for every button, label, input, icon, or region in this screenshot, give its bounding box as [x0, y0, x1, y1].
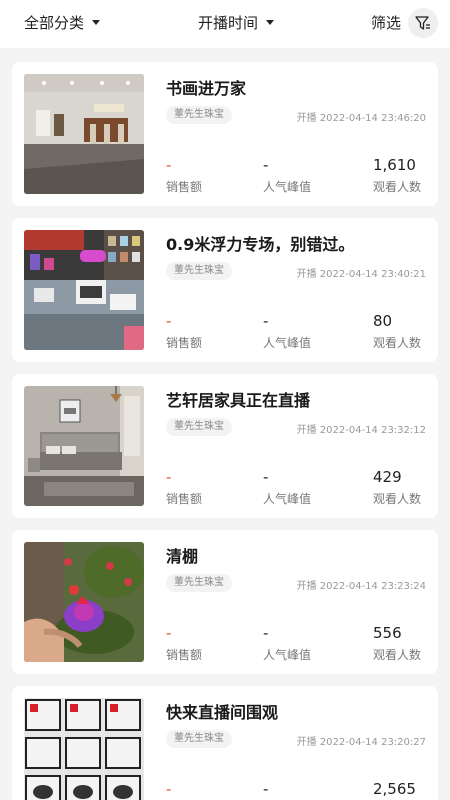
sales-value: - — [166, 468, 172, 486]
peak-popularity-value: - — [263, 468, 269, 486]
peak-popularity-label: 人气峰值 — [263, 648, 312, 662]
filter-button[interactable] — [408, 8, 438, 38]
viewer-count-label: 观看人数 — [373, 492, 422, 506]
stream-thumbnail — [24, 230, 144, 350]
peak-popularity-value: - — [263, 312, 269, 330]
viewer-count-value: 1,610 — [373, 156, 416, 174]
live-stream-card[interactable]: 0.9米浮力专场，别错过。 董先生珠宝 开播 2022-04-14 23:40:… — [12, 218, 438, 362]
stream-start-time: 开播 2022-04-14 23:20:27 — [296, 737, 426, 748]
stream-start-time: 开播 2022-04-14 23:32:12 — [296, 425, 426, 436]
shop-tag: 董先生珠宝 — [166, 262, 232, 280]
peak-popularity-label: 人气峰值 — [263, 180, 312, 194]
viewer-count-label: 观看人数 — [373, 336, 422, 350]
stream-title: 书画进万家 — [166, 79, 247, 98]
viewer-count-value: 556 — [373, 624, 402, 642]
viewer-count-label: 观看人数 — [373, 648, 422, 662]
live-stream-card[interactable]: 艺轩居家具正在直播 董先生珠宝 开播 2022-04-14 23:32:12 -… — [12, 374, 438, 518]
stream-start-time: 开播 2022-04-14 23:40:21 — [296, 269, 426, 280]
shop-tag: 董先生珠宝 — [166, 730, 232, 748]
top-filter-bar: 全部分类 开播时间 筛选 — [0, 0, 450, 48]
sales-label: 销售额 — [166, 180, 203, 194]
stream-thumbnail — [24, 542, 144, 662]
funnel-icon — [415, 16, 430, 30]
peak-popularity-label: 人气峰值 — [263, 492, 312, 506]
shop-tag: 董先生珠宝 — [166, 106, 232, 124]
shop-tag: 董先生珠宝 — [166, 418, 232, 436]
stream-thumbnail — [24, 386, 144, 506]
peak-popularity-value: - — [263, 780, 269, 798]
viewer-count-label: 观看人数 — [373, 180, 422, 194]
sales-value: - — [166, 780, 172, 798]
peak-popularity-value: - — [263, 156, 269, 174]
caret-down-icon — [92, 20, 101, 25]
live-stream-card[interactable]: 书画进万家 董先生珠宝 开播 2022-04-14 23:46:20 - - 1… — [12, 62, 438, 206]
viewer-count-value: 429 — [373, 468, 402, 486]
live-stream-list: 书画进万家 董先生珠宝 开播 2022-04-14 23:46:20 - - 1… — [0, 48, 450, 800]
live-stream-card[interactable]: 清棚 董先生珠宝 开播 2022-04-14 23:23:24 - - 556 … — [12, 530, 438, 674]
viewer-count-value: 2,565 — [373, 780, 416, 798]
category-dropdown[interactable]: 全部分类 — [24, 12, 101, 33]
stream-thumbnail — [24, 698, 144, 800]
stream-title: 快来直播间围观 — [166, 703, 279, 722]
live-stream-card[interactable]: 快来直播间围观 董先生珠宝 开播 2022-04-14 23:20:27 - -… — [12, 686, 438, 800]
shop-tag: 董先生珠宝 — [166, 574, 232, 592]
sales-label: 销售额 — [166, 648, 203, 662]
sales-label: 销售额 — [166, 336, 203, 350]
stream-title: 清棚 — [166, 547, 199, 566]
stream-thumbnail — [24, 74, 144, 194]
sales-value: - — [166, 156, 172, 174]
stream-title: 0.9米浮力专场，别错过。 — [166, 235, 355, 254]
category-dropdown-label: 全部分类 — [24, 14, 85, 32]
peak-popularity-label: 人气峰值 — [263, 336, 312, 350]
sales-value: - — [166, 624, 172, 642]
peak-popularity-value: - — [263, 624, 269, 642]
sales-value: - — [166, 312, 172, 330]
start-time-dropdown-label: 开播时间 — [198, 14, 259, 32]
caret-down-icon — [266, 20, 275, 25]
stream-title: 艺轩居家具正在直播 — [166, 391, 311, 410]
stream-start-time: 开播 2022-04-14 23:46:20 — [296, 113, 426, 124]
viewer-count-value: 80 — [373, 312, 393, 330]
sales-label: 销售额 — [166, 492, 203, 506]
stream-start-time: 开播 2022-04-14 23:23:24 — [296, 581, 426, 592]
start-time-sort-dropdown[interactable]: 开播时间 — [198, 12, 275, 33]
filter-label[interactable]: 筛选 — [371, 12, 401, 33]
